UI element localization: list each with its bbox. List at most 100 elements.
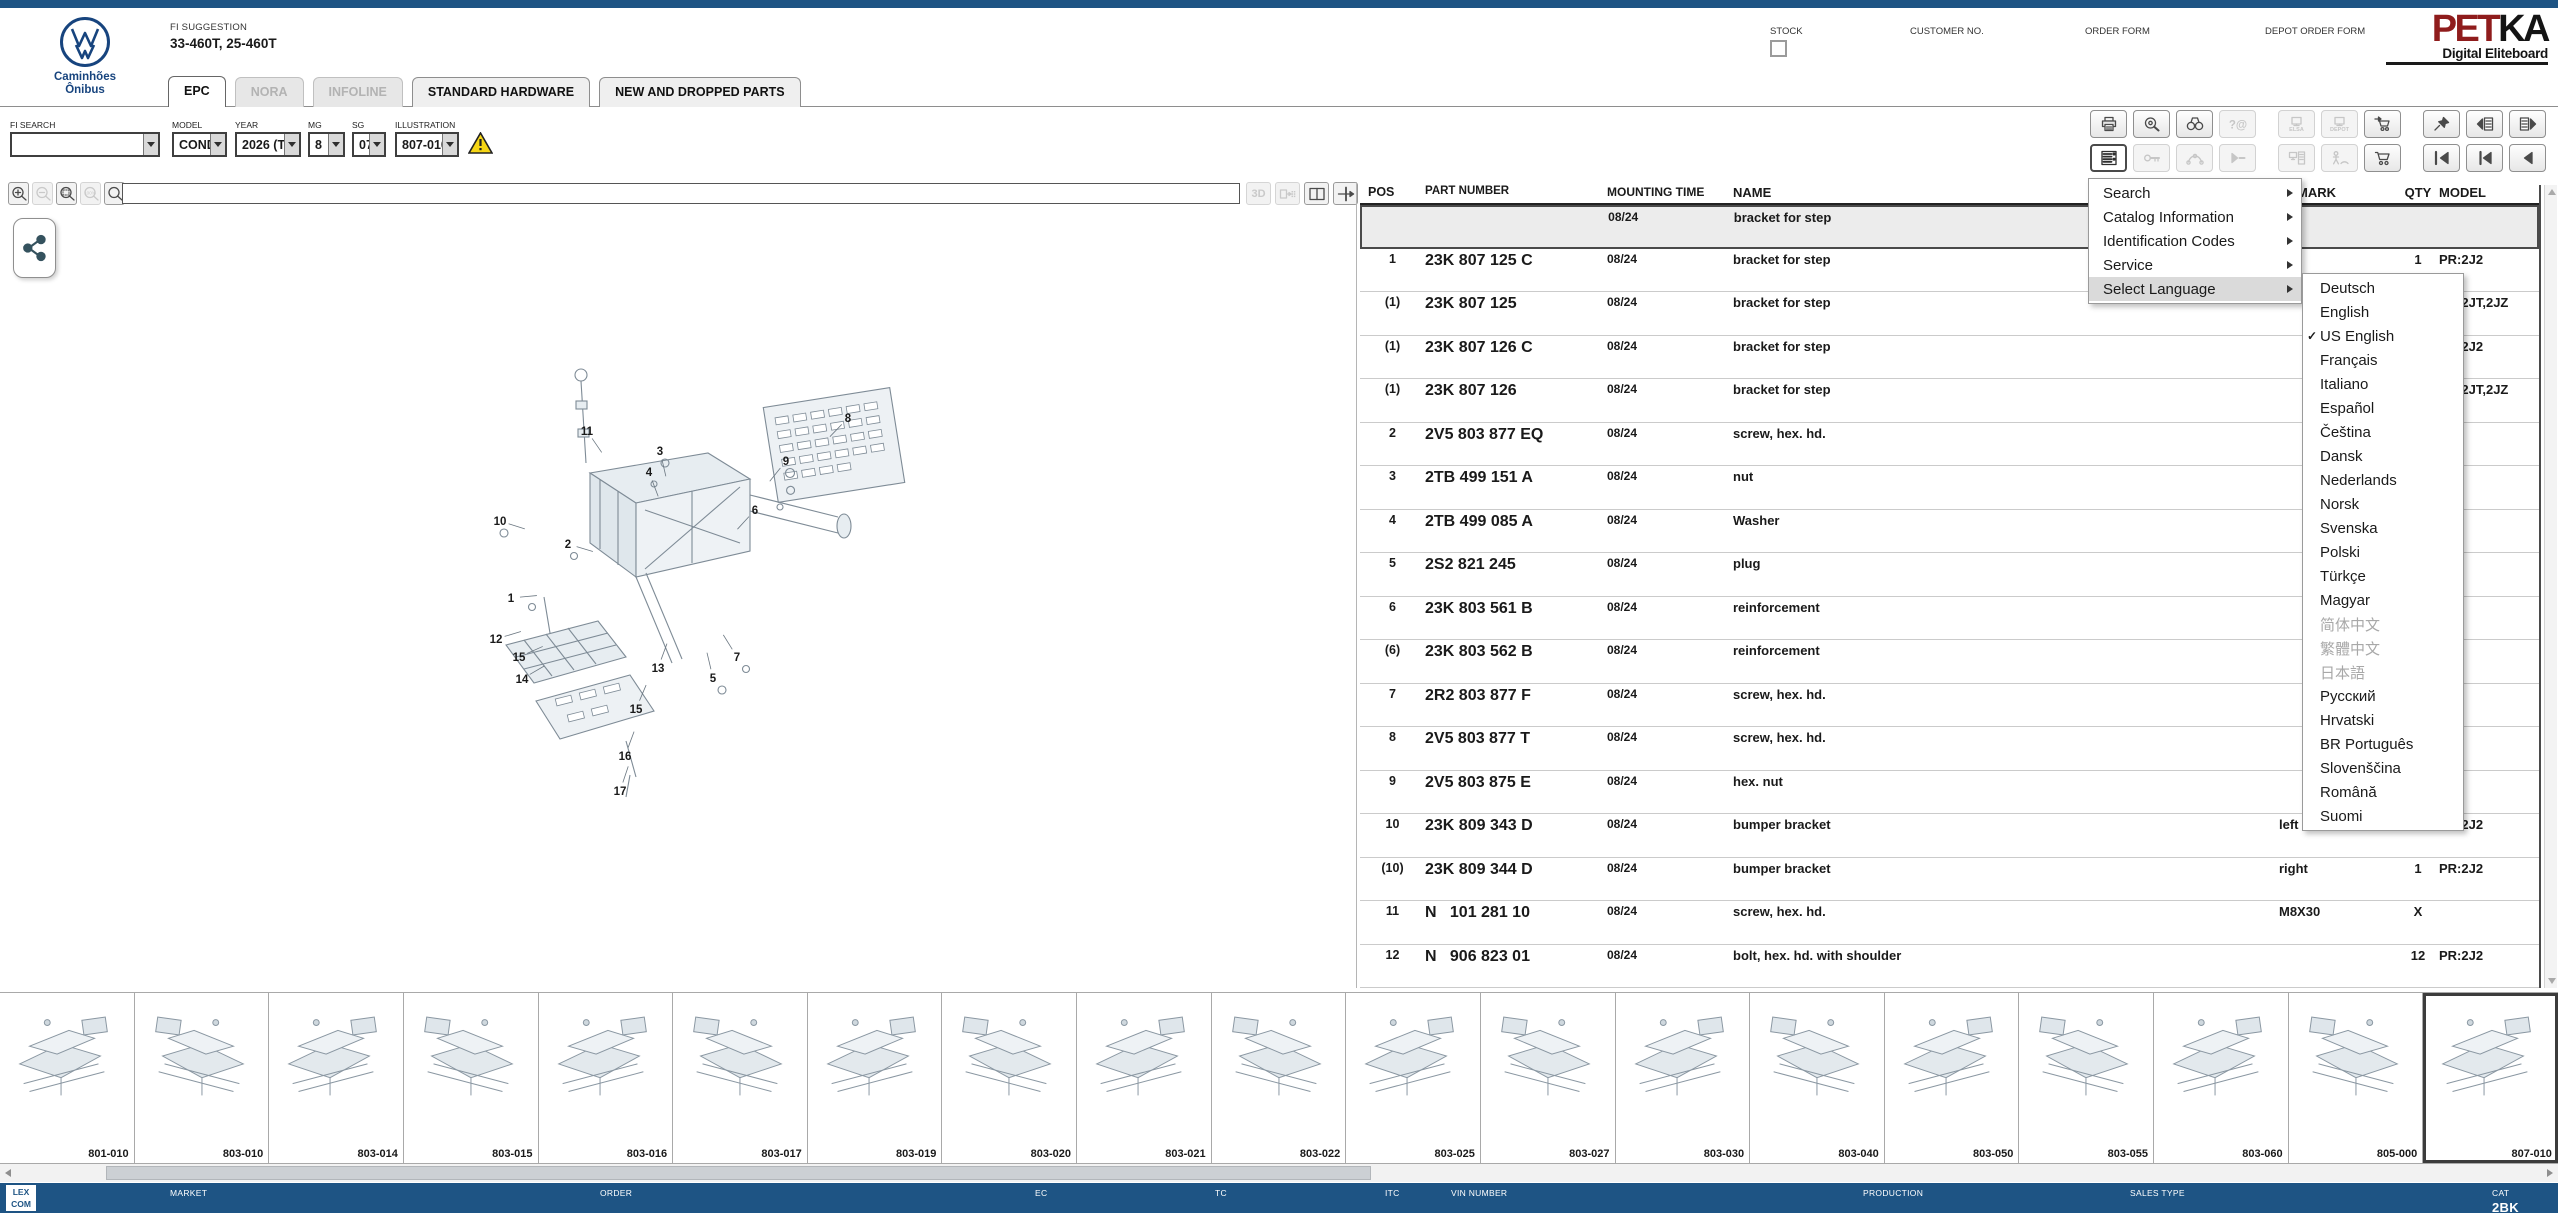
splitter-arrows-button[interactable] [1333,182,1358,205]
thumbnail-803-020[interactable]: 803-020 [942,993,1077,1163]
language-item-3[interactable]: ✓ US English [2303,324,2463,348]
nav-prev-section-button[interactable] [2466,144,2503,172]
thumbnail-803-040[interactable]: 803-040 [1750,993,1885,1163]
thumbnail-803-050[interactable]: 803-050 [1884,993,2020,1163]
table-scrollbar[interactable] [2544,185,2557,988]
chevron-down-icon[interactable] [442,134,457,155]
binoculars-button[interactable] [2176,110,2213,138]
tab-standard-hardware[interactable]: STANDARD HARDWARE [411,77,591,107]
language-item-5[interactable]: Italiano [2303,372,2463,396]
column-header-mounting-time[interactable]: MOUNTING TIME [1605,185,1733,203]
language-item-14[interactable]: Magyar [2303,588,2463,612]
chevron-down-icon[interactable] [328,134,343,155]
chevron-down-icon[interactable] [210,134,225,155]
thumbnail-803-016[interactable]: 803-016 [538,993,674,1163]
language-item-2[interactable]: English [2303,300,2463,324]
language-item-18[interactable]: Русский [2303,684,2463,708]
printer-button[interactable] [2090,110,2127,138]
language-item-9[interactable]: Nederlands [2303,468,2463,492]
stock-checkbox[interactable] [1770,40,1787,57]
thumbnail-803-015[interactable]: 803-015 [403,993,539,1163]
mg-combobox[interactable]: 8 [308,132,345,157]
column-header-qty[interactable]: QTY [2397,185,2439,203]
warning-triangle-icon[interactable] [468,132,493,154]
cart-button[interactable] [2364,144,2401,172]
tab-epc[interactable]: EPC [168,76,226,107]
tire-inspect-button[interactable] [2133,110,2170,138]
language-item-22[interactable]: Română [2303,780,2463,804]
language-item-11[interactable]: Svenska [2303,516,2463,540]
tab-infoline[interactable]: INFOLINE [312,77,403,107]
thumbnail-803-030[interactable]: 803-030 [1615,993,1751,1163]
panel-splitter[interactable] [1356,182,1357,988]
thumbnail-scrollbar[interactable] [0,1164,2558,1182]
column-header-model[interactable]: MODEL [2439,185,2539,203]
thumbnail-803-010[interactable]: 803-010 [134,993,270,1163]
thumbnail-803-025[interactable]: 803-025 [1346,993,1481,1163]
thumbnail-801-010[interactable]: 801-010 [0,993,135,1163]
thumbnail-805-000[interactable]: 805-000 [2288,993,2424,1163]
scroll-up-icon[interactable] [2548,189,2556,195]
thumbnail-803-055[interactable]: 803-055 [2019,993,2154,1163]
menu-item-search[interactable]: Search [2089,181,2301,205]
language-item-19[interactable]: Hrvatski [2303,708,2463,732]
thumbnail-scrollbar-thumb[interactable] [106,1166,1371,1180]
cell-part: 23K 803 561 B [1425,599,1533,617]
language-item-13[interactable]: Türkçe [2303,564,2463,588]
pin-button[interactable] [2423,110,2460,138]
thumbnail-803-014[interactable]: 803-014 [269,993,404,1163]
chevron-down-icon[interactable] [369,134,384,155]
share-button[interactable] [13,218,56,278]
column-header-pos[interactable]: POS [1360,185,1425,203]
illustration-nav-bar[interactable] [122,183,1240,204]
illustration-combobox[interactable]: 807-010 [395,132,459,157]
menu-item-identification-codes[interactable]: Identification Codes [2089,229,2301,253]
thumbnail-807-010[interactable]: 807-010 [2423,993,2558,1163]
menu-item-service[interactable]: Service [2089,253,2301,277]
table-row[interactable]: 12 N 906 823 01 08/24 bolt, hex. hd. with s… [1360,945,2539,988]
thumbnail-803-027[interactable]: 803-027 [1480,993,1616,1163]
thumbnail-803-022[interactable]: 803-022 [1211,993,1347,1163]
language-item-10[interactable]: Norsk [2303,492,2463,516]
sg-combobox[interactable]: 07 [352,132,386,157]
column-header-part-number[interactable]: PART NUMBER [1425,185,1605,203]
chevron-down-icon[interactable] [284,134,299,155]
language-item-4[interactable]: Français [2303,348,2463,372]
cart-import-button[interactable] [2364,110,2401,138]
model-combobox[interactable]: COND [172,132,227,157]
menu-item-select-language[interactable]: Select Language [2089,277,2301,301]
thumbnail-803-019[interactable]: 803-019 [807,993,943,1163]
list-view-button[interactable] [2090,144,2127,172]
scroll-right-icon[interactable] [2547,1169,2553,1177]
language-item-8[interactable]: Dansk [2303,444,2463,468]
nav-prev-button[interactable] [2509,144,2546,172]
table-row[interactable]: 11 N 101 281 10 08/24 screw, hex. hd. M8X30 X [1360,901,2539,945]
scroll-left-icon[interactable] [5,1169,11,1177]
language-item-6[interactable]: Español [2303,396,2463,420]
thumbnail-803-060[interactable]: 803-060 [2154,993,2289,1163]
doc-next-button[interactable] [2509,110,2546,138]
chevron-down-icon[interactable] [143,134,158,155]
parts-illustration[interactable]: 11 3 4 9 8 10 2 1 6 12 15 14 13 5 7 15 16 17 [440,345,950,825]
language-item-7[interactable]: Čeština [2303,420,2463,444]
language-item-23[interactable]: Suomi [2303,804,2463,828]
tab-new-and-dropped-parts[interactable]: NEW AND DROPPED PARTS [599,77,801,107]
split-view-button[interactable] [1304,182,1329,205]
tab-nora[interactable]: NORA [234,77,304,107]
fi-search-combobox[interactable] [10,132,160,157]
menu-item-catalog-information[interactable]: Catalog Information [2089,205,2301,229]
language-item-1[interactable]: Deutsch [2303,276,2463,300]
language-item-21[interactable]: Slovenščina [2303,756,2463,780]
language-item-20[interactable]: BR Português [2303,732,2463,756]
table-row[interactable]: (10) 23K 809 344 D 08/24 bumper bracket righ… [1360,858,2539,901]
zoom-area-button[interactable] [56,182,77,205]
language-item-12[interactable]: Polski [2303,540,2463,564]
nav-first-button[interactable] [2423,144,2460,172]
thumbnail-803-017[interactable]: 803-017 [673,993,808,1163]
thumbnail-803-021[interactable]: 803-021 [1077,993,1212,1163]
year-combobox[interactable]: 2026 (T) [235,132,301,157]
scroll-down-icon[interactable] [2548,978,2556,984]
zoom-in-button[interactable] [8,182,29,205]
doc-prev-button[interactable] [2466,110,2503,138]
table-row[interactable]: 08/24 bracket for step [1360,205,2539,249]
